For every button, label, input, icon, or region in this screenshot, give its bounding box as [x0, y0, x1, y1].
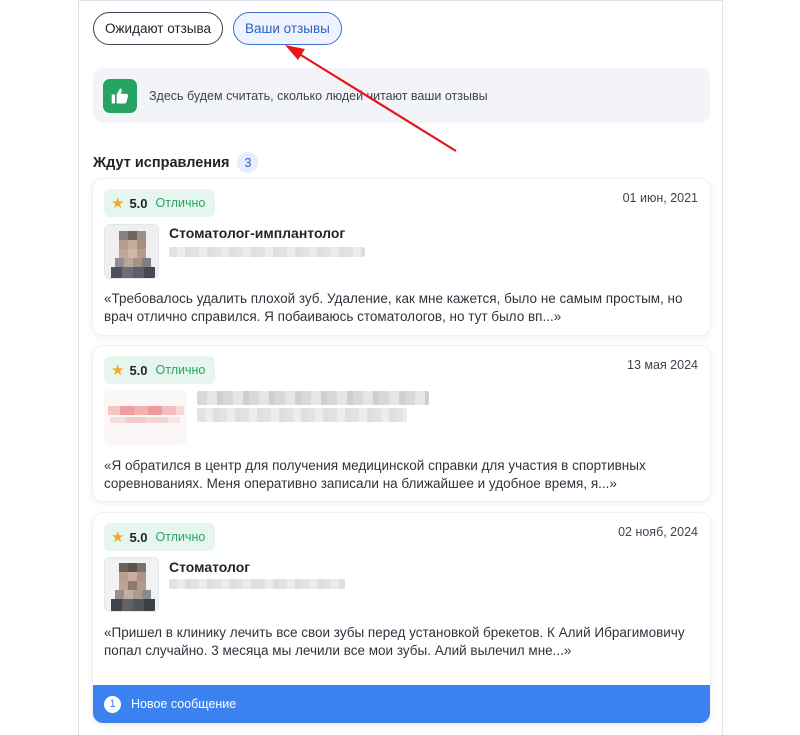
review-date: 02 нояб, 2024 [618, 525, 698, 539]
review-card[interactable]: ★ 5.0 Отлично 13 мая 2024 «Я обратился в… [93, 346, 710, 501]
review-text: «Я обратился в центр для получения медиц… [104, 458, 646, 491]
count-badge: 3 [237, 152, 259, 173]
tab-your-reviews[interactable]: Ваши отзывы [233, 12, 342, 45]
star-icon: ★ [111, 361, 125, 379]
section-needs-correction: Ждут исправления 3 [93, 152, 259, 173]
info-text: Здесь будем считать, сколько людей читаю… [149, 88, 488, 103]
review-text: «Пришел в клинику лечить все свои зубы п… [104, 625, 685, 658]
rating-value: 5.0 [129, 195, 148, 211]
doctor-title: Стоматолог-имплантолог [169, 225, 346, 241]
thumbs-up-icon [103, 78, 137, 113]
rating-value: 5.0 [129, 529, 148, 545]
blurred-clinic-name [197, 391, 429, 405]
review-card[interactable]: ★ 5.0 Отлично 02 нояб, 2024 Стоматолог «… [93, 513, 710, 723]
review-card[interactable]: ★ 5.0 Отлично 01 июн, 2021 Стоматолог-им… [93, 179, 710, 335]
review-tabs: Ожидают отзыва Ваши отзывы [93, 12, 342, 45]
blurred-doctor-name [169, 247, 365, 257]
review-date: 01 июн, 2021 [622, 191, 698, 205]
doctor-avatar[interactable] [104, 224, 159, 279]
new-message-bar[interactable]: 1 Новое сообщение [93, 685, 710, 723]
doctor-avatar[interactable] [104, 557, 159, 612]
clinic-logo[interactable] [104, 390, 187, 445]
blurred-doctor-name [169, 579, 345, 589]
message-count: 1 [104, 695, 121, 713]
new-message-label: Новое сообщение [131, 697, 237, 711]
review-date: 13 мая 2024 [627, 358, 698, 372]
review-text: «Требовалось удалить плохой зуб. Удалени… [104, 291, 683, 324]
rating-value: 5.0 [129, 362, 148, 378]
section-title: Ждут исправления [93, 154, 230, 171]
rating-badge: ★ 5.0 Отлично [104, 189, 216, 217]
blurred-clinic-address [197, 408, 407, 422]
star-icon: ★ [111, 194, 125, 212]
rating-word: Отлично [155, 530, 206, 544]
rating-badge: ★ 5.0 Отлично [104, 523, 216, 551]
info-banner: Здесь будем считать, сколько людей читаю… [93, 68, 710, 123]
rating-word: Отлично [155, 196, 206, 210]
rating-badge: ★ 5.0 Отлично [104, 356, 216, 384]
star-icon: ★ [111, 528, 125, 546]
doctor-title: Стоматолог [169, 559, 251, 575]
rating-word: Отлично [155, 363, 206, 377]
tab-awaiting-review[interactable]: Ожидают отзыва [93, 12, 224, 45]
